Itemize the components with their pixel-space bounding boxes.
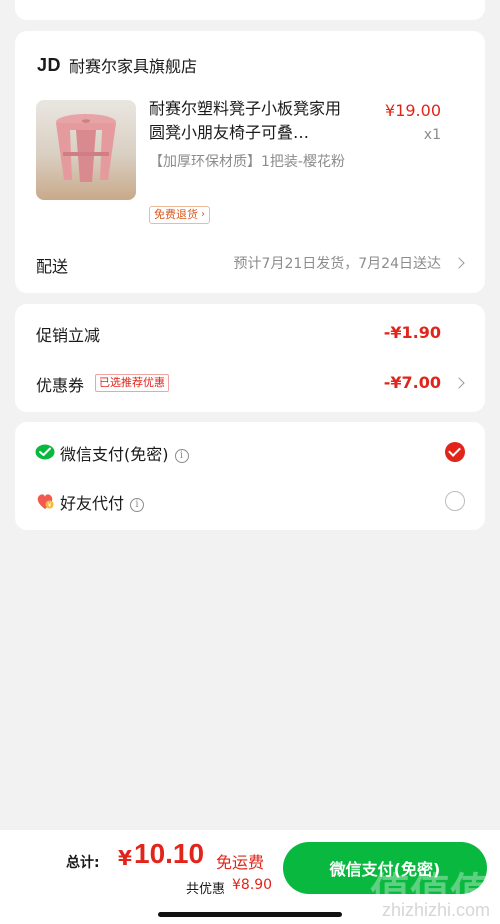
jd-logo: JD [37,54,62,75]
payment-method-card: 微信支付(免密) i ¥ 好友代付 i [15,422,485,530]
friend-pay-radio-unchecked[interactable] [445,491,465,511]
promotion-label: 促销立减 [36,326,101,345]
saved-label: 共优惠 [186,882,226,897]
coupon-value[interactable]: -¥7.00 [384,373,441,392]
delivery-estimate[interactable]: 预计7月21日发货，7月24日送达 [234,253,441,273]
info-icon[interactable]: i [130,498,145,512]
pink-stool-icon [56,114,116,182]
wechat-pay-radio-checked[interactable] [445,442,465,462]
svg-text:¥: ¥ [48,502,52,509]
watermark-url: zhizhizhi.com [381,900,490,920]
checkout-bar: 总计: ¥ 10.10 免运费 共优惠 ¥8.90 微信支付(免密) 值值值 z… [0,830,500,924]
shop-order-card: JD 耐赛尔家具旗舰店 耐赛尔塑料凳子小板凳家用圆凳小朋友椅子可叠… 【加厚环保… [15,31,485,293]
wechat-pay-option: 微信支付(免密) i [60,441,189,465]
total-amount: 10.10 [134,838,205,869]
info-icon[interactable]: i [174,449,189,463]
friend-pay-icon: ¥ [37,494,54,509]
free-shipping-label: 免运费 [216,853,265,872]
chevron-right-icon[interactable] [453,257,465,269]
coupon-recommended-tag: 已选推荐优惠 [95,374,169,392]
previous-card [15,0,485,20]
wechat-pay-submit-button[interactable]: 微信支付(免密) [283,842,487,894]
promotion-value: -¥1.90 [383,323,441,342]
saved-amount: ¥8.90 [232,877,273,893]
friend-pay-label: 好友代付 [60,494,125,513]
product-image[interactable] [36,100,136,200]
chevron-right-icon: › [201,209,205,220]
total-label: 总计: [66,855,100,871]
delivery-label: 配送 [36,257,69,276]
shop-name: 耐赛尔家具旗舰店 [69,57,198,76]
friend-pay-option: 好友代付 i [60,490,145,514]
chevron-right-icon[interactable] [453,377,465,389]
home-indicator[interactable] [158,912,342,917]
wechat-pay-icon [35,444,55,460]
free-return-label: 免费退货 [154,208,198,221]
free-return-badge[interactable]: 免费退货 › [149,206,210,224]
shop-header[interactable]: JD 耐赛尔家具旗舰店 [37,53,197,77]
product-spec[interactable]: 【加厚环保材质】1把装-樱花粉 [149,151,359,173]
product-price: ¥19.00 [385,101,441,120]
total-currency: ¥ [118,846,132,870]
product-title[interactable]: 耐赛尔塑料凳子小板凳家用圆凳小朋友椅子可叠… [149,97,349,145]
discount-card: 促销立减 -¥1.90 优惠券 已选推荐优惠 -¥7.00 [15,304,485,412]
wechat-pay-label: 微信支付(免密) [60,445,169,464]
product-quantity: x1 [423,127,441,143]
coupon-label: 优惠券 [36,376,85,395]
